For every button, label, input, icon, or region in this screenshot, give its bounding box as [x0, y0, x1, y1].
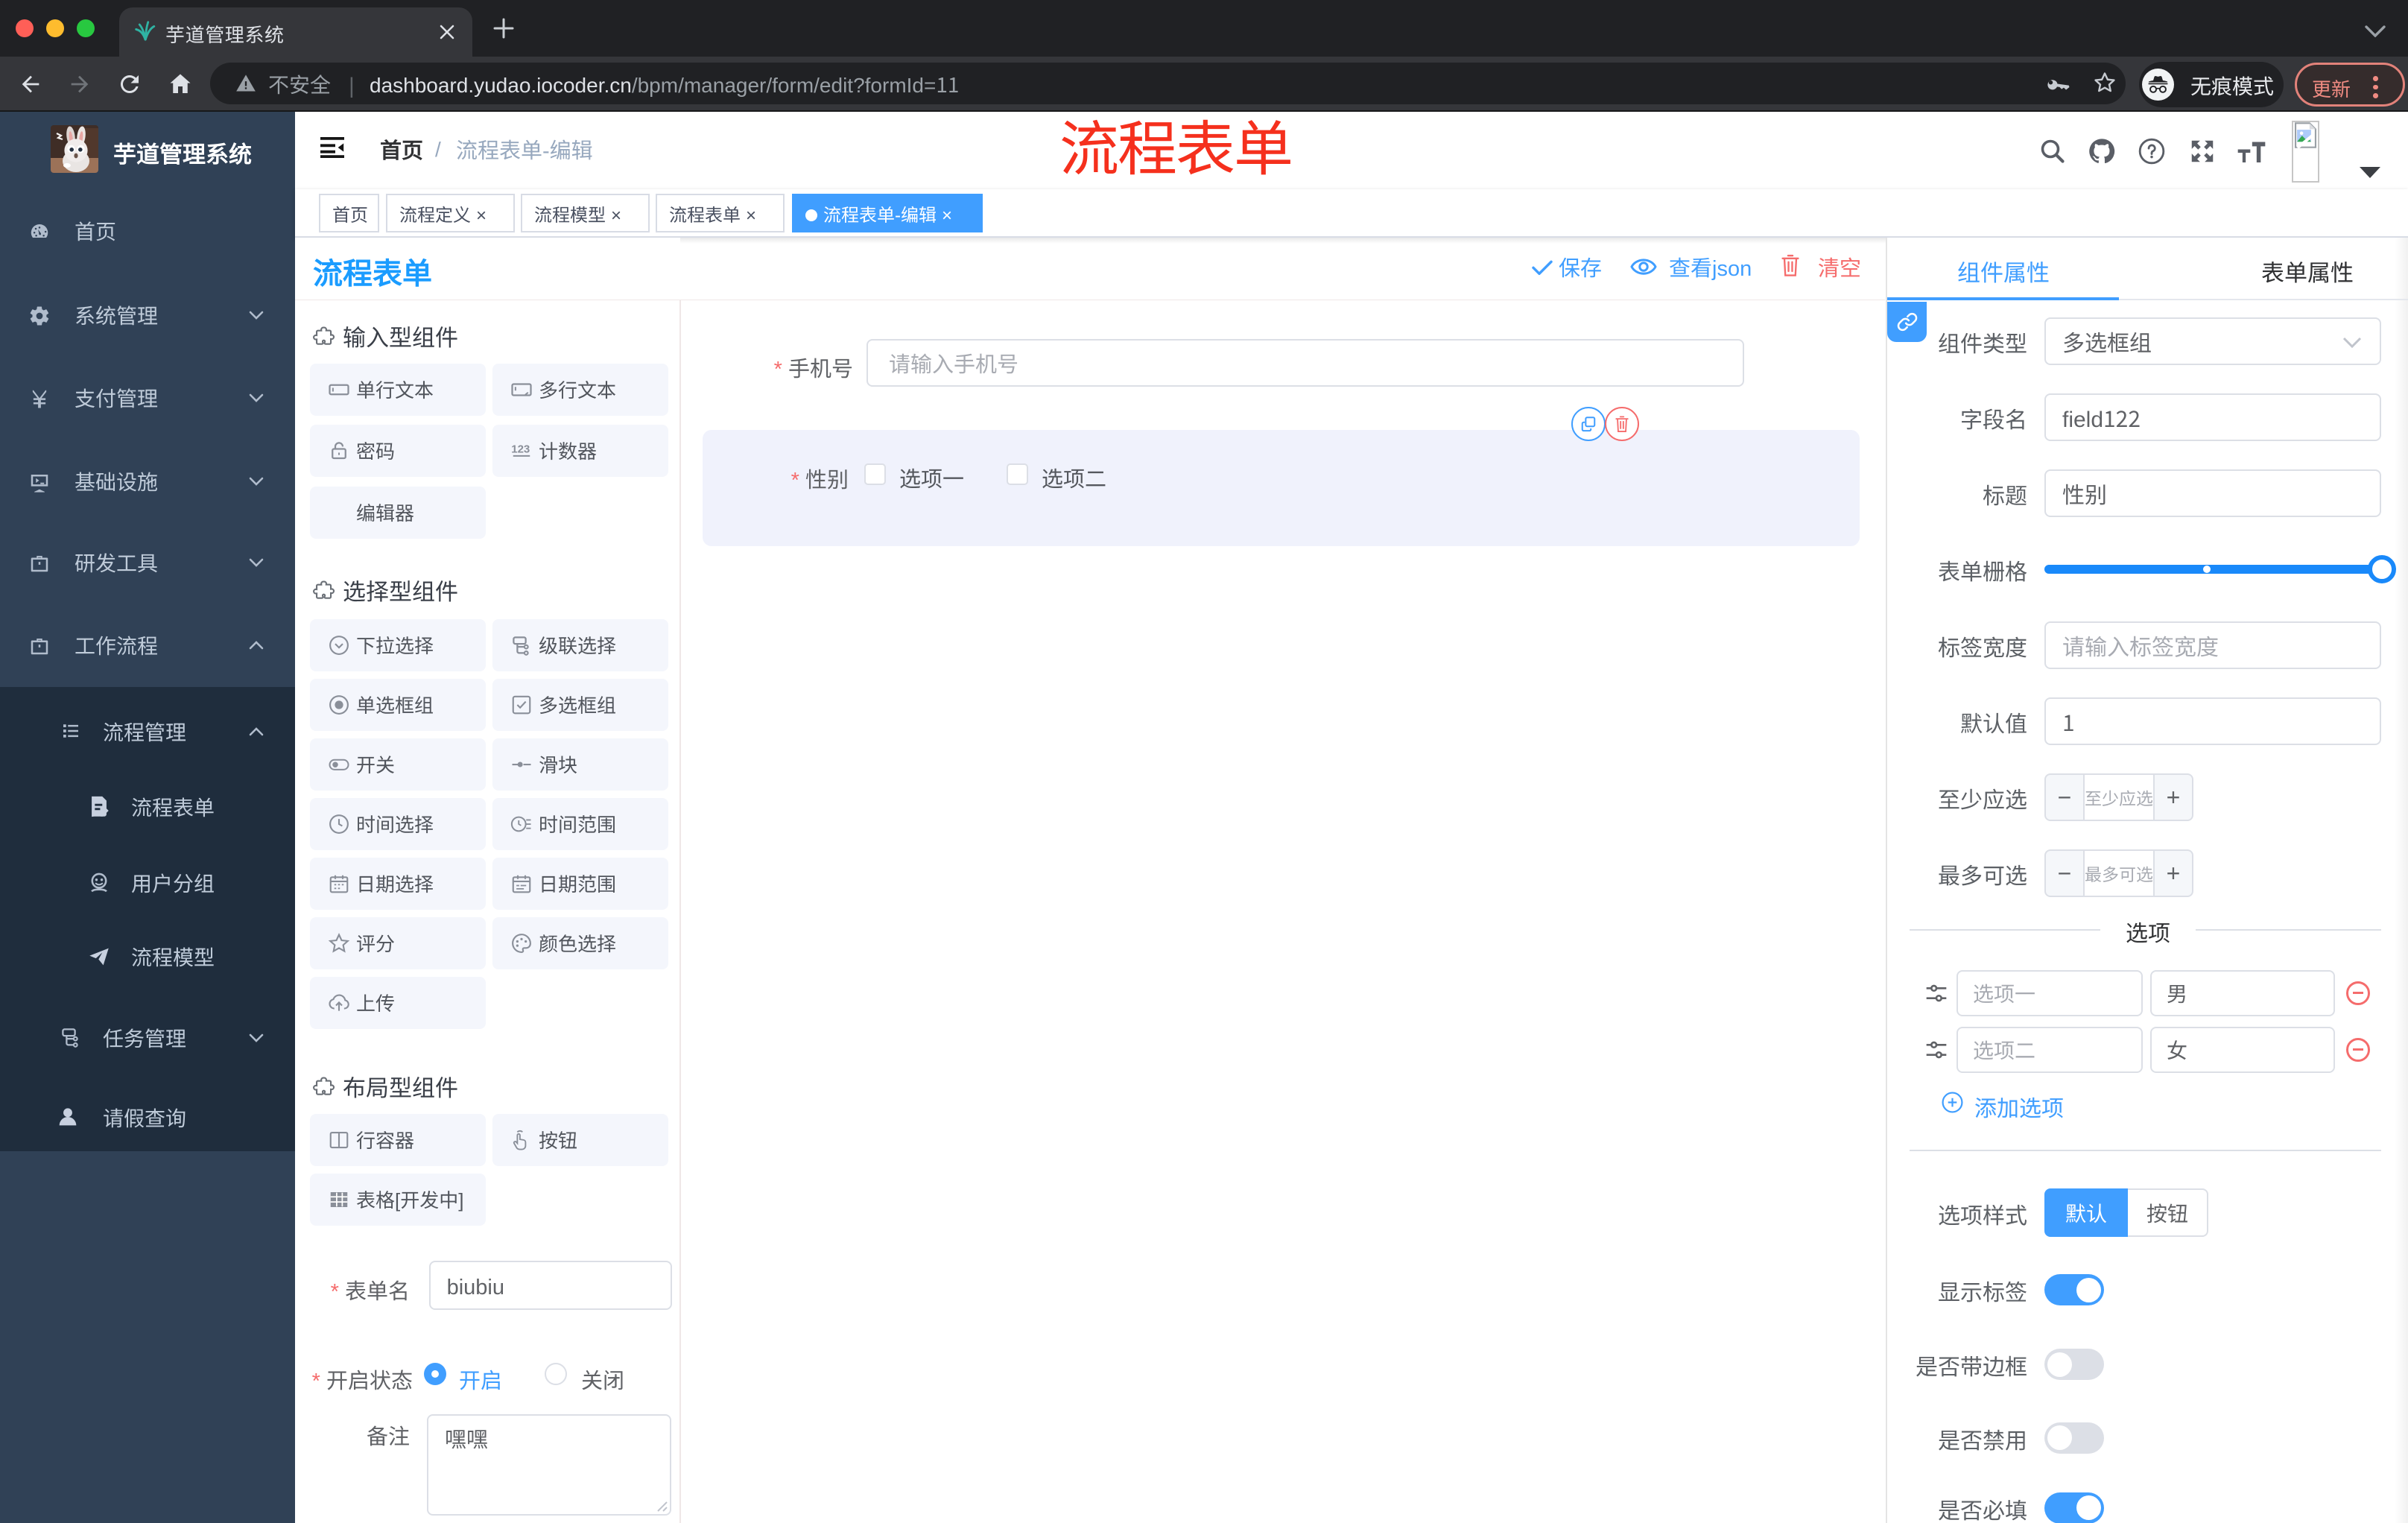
svg-text:123: 123: [511, 443, 530, 456]
